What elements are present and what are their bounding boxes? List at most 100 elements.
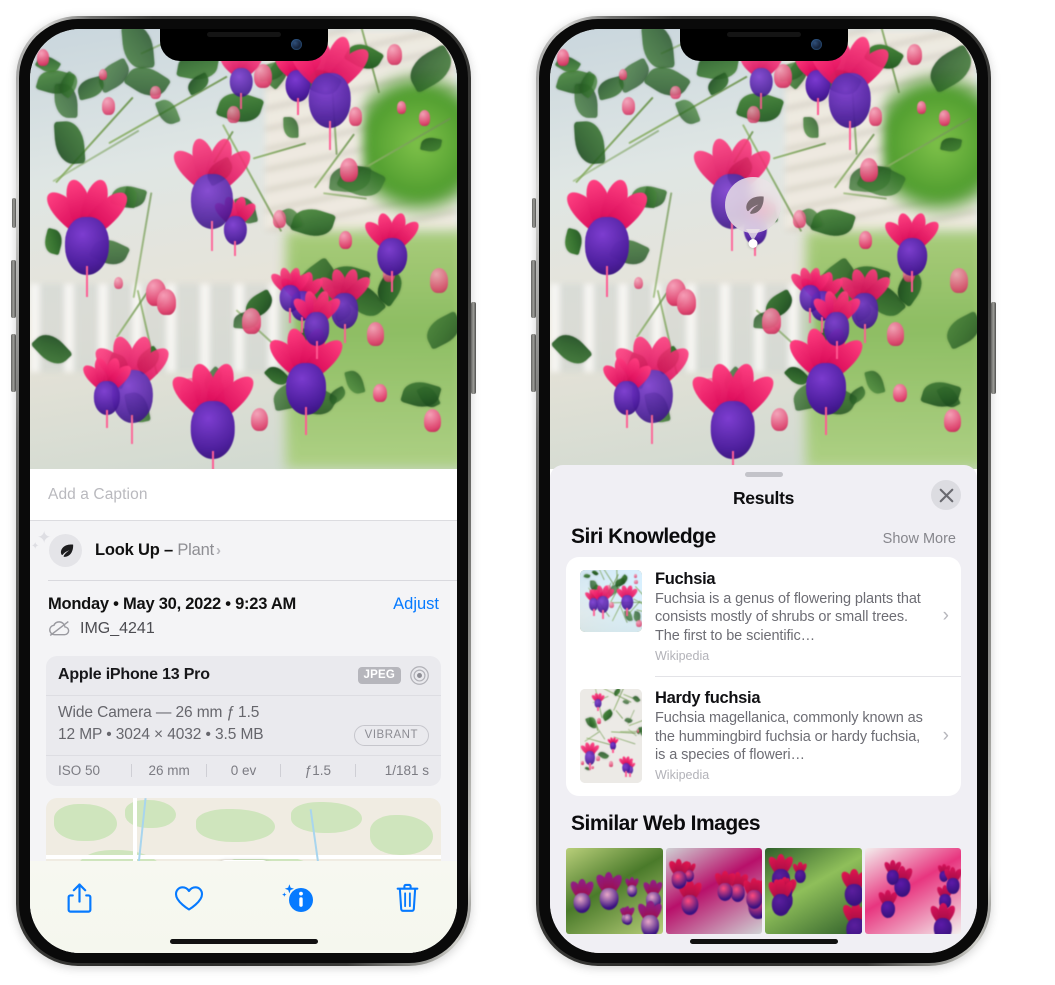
similar-web-images-title: Similar Web Images	[571, 812, 760, 836]
file-name: IMG_4241	[80, 620, 155, 638]
flower-bud	[793, 210, 806, 228]
volume-up-button[interactable]	[11, 260, 16, 318]
photo-image	[550, 29, 977, 469]
share-icon	[67, 883, 92, 914]
photo-viewer[interactable]	[550, 29, 977, 469]
visual-lookup-badge[interactable]	[725, 177, 781, 233]
flower-bud	[37, 49, 50, 66]
flower-bud	[637, 729, 640, 733]
fuchsia-flower	[367, 212, 418, 281]
flower-bud	[859, 231, 872, 249]
show-more-button[interactable]: Show More	[883, 531, 956, 547]
caption-field[interactable]: Add a Caption	[30, 469, 457, 521]
flower-bud	[157, 289, 176, 315]
flower-bud	[430, 268, 448, 292]
format-badge: JPEG	[358, 667, 401, 684]
volume-down-button[interactable]	[531, 334, 536, 392]
earpiece-speaker	[207, 32, 281, 37]
results-title: Results	[733, 488, 794, 508]
close-button[interactable]	[931, 480, 961, 510]
web-image-thumbnail[interactable]	[765, 848, 862, 934]
power-button[interactable]	[471, 302, 476, 394]
web-image-thumbnail[interactable]	[666, 848, 763, 934]
power-button[interactable]	[991, 302, 996, 394]
flower-bud	[273, 210, 286, 228]
device-bezel: Add a Caption ✦ ✦ Look Up – Plant › Mond…	[19, 19, 468, 963]
fuchsia-flower	[174, 362, 251, 466]
knowledge-title: Hardy fuchsia	[655, 689, 931, 708]
photo-metadata: Monday • May 30, 2022 • 9:23 AM Adjust I…	[30, 581, 457, 648]
flower-bud	[619, 69, 627, 80]
caption-placeholder: Add a Caption	[48, 486, 439, 504]
flower-bud	[944, 409, 962, 433]
photo-viewer[interactable]	[30, 29, 457, 469]
silent-switch[interactable]	[532, 198, 536, 228]
flower-bud	[907, 44, 922, 64]
similar-web-images-header: Similar Web Images	[550, 796, 977, 844]
fuchsia-flower	[592, 693, 604, 709]
flower-bud	[860, 158, 878, 182]
siri-knowledge-header: Siri Knowledge Show More	[550, 525, 977, 557]
iphone-left-device: Add a Caption ✦ ✦ Look Up – Plant › Mond…	[16, 16, 471, 966]
right-screen: Results Siri Knowledge Show More Fuchsia…	[550, 29, 977, 953]
close-icon	[939, 488, 954, 503]
flower-bud	[887, 322, 905, 346]
flower-bud	[591, 766, 594, 769]
flower-bud	[939, 110, 951, 126]
knowledge-item[interactable]: Hardy fuchsia Fuchsia magellanica, commo…	[566, 676, 961, 796]
flower-bud	[893, 384, 907, 402]
share-button[interactable]	[56, 875, 102, 921]
exif-value: 1/181 s	[356, 763, 429, 778]
adjust-button[interactable]: Adjust	[393, 595, 439, 614]
volume-down-button[interactable]	[11, 334, 16, 392]
flower-bud	[634, 574, 637, 578]
fuchsia-flower	[294, 290, 338, 350]
home-indicator[interactable]	[170, 939, 318, 944]
exif-value: 0 ev	[207, 763, 280, 778]
favorite-button[interactable]	[166, 875, 212, 921]
device-bezel: Results Siri Knowledge Show More Fuchsia…	[539, 19, 988, 963]
flower-bud	[102, 97, 115, 114]
trash-icon	[395, 883, 420, 913]
flower-bud	[419, 110, 431, 126]
leaf-icon	[56, 541, 75, 560]
fuchsia-flower	[592, 585, 613, 614]
camera-model: Apple iPhone 13 Pro	[58, 666, 210, 684]
device-notch	[160, 29, 328, 61]
delete-button[interactable]	[385, 875, 431, 921]
exif-row: ISO 50 26 mm 0 ev ƒ1.5 1/181 s	[46, 756, 441, 786]
fuchsia-flower	[604, 357, 649, 418]
knowledge-item[interactable]: Fuchsia Fuchsia is a genus of flowering …	[566, 557, 961, 676]
flower-bud	[747, 106, 759, 123]
fuchsia-flower	[814, 290, 858, 350]
earpiece-speaker	[727, 32, 801, 37]
screenshot-root: Add a Caption ✦ ✦ Look Up – Plant › Mond…	[0, 0, 1055, 985]
results-header: Results	[550, 477, 977, 525]
look-up-label: Look Up – Plant ›	[95, 541, 221, 560]
web-image-thumbnail[interactable]	[865, 848, 962, 934]
flower-bud	[340, 158, 358, 182]
info-button[interactable]	[275, 875, 321, 921]
flower-bud	[251, 408, 268, 431]
lens-info: Wide Camera — 26 mm ƒ 1.5	[58, 704, 429, 722]
silent-switch[interactable]	[12, 198, 16, 228]
look-up-row[interactable]: ✦ ✦ Look Up – Plant ›	[30, 521, 457, 580]
fuchsia-flower	[887, 212, 938, 281]
image-size-info: 12 MP • 3024 × 4032 • 3.5 MB	[58, 726, 264, 744]
flower-bud	[397, 101, 407, 114]
siri-knowledge-title: Siri Knowledge	[571, 525, 716, 549]
web-image-thumbnail[interactable]	[566, 848, 663, 934]
fuchsia-flower	[581, 742, 598, 766]
flower-bud	[634, 580, 638, 585]
knowledge-description: Fuchsia is a genus of flowering plants t…	[655, 590, 931, 645]
front-camera-icon	[291, 39, 302, 50]
home-indicator[interactable]	[690, 939, 838, 944]
chevron-right-icon: ›	[943, 725, 949, 747]
fuchsia-flower	[694, 362, 771, 466]
knowledge-source: Wikipedia	[655, 768, 931, 782]
volume-up-button[interactable]	[531, 260, 536, 318]
camera-info-card[interactable]: Apple iPhone 13 Pro JPEG Wide Camera — 2…	[46, 656, 441, 786]
similar-web-images-strip[interactable]	[550, 848, 977, 934]
flower-bud	[622, 97, 635, 114]
fuchsia-flower	[84, 357, 129, 418]
